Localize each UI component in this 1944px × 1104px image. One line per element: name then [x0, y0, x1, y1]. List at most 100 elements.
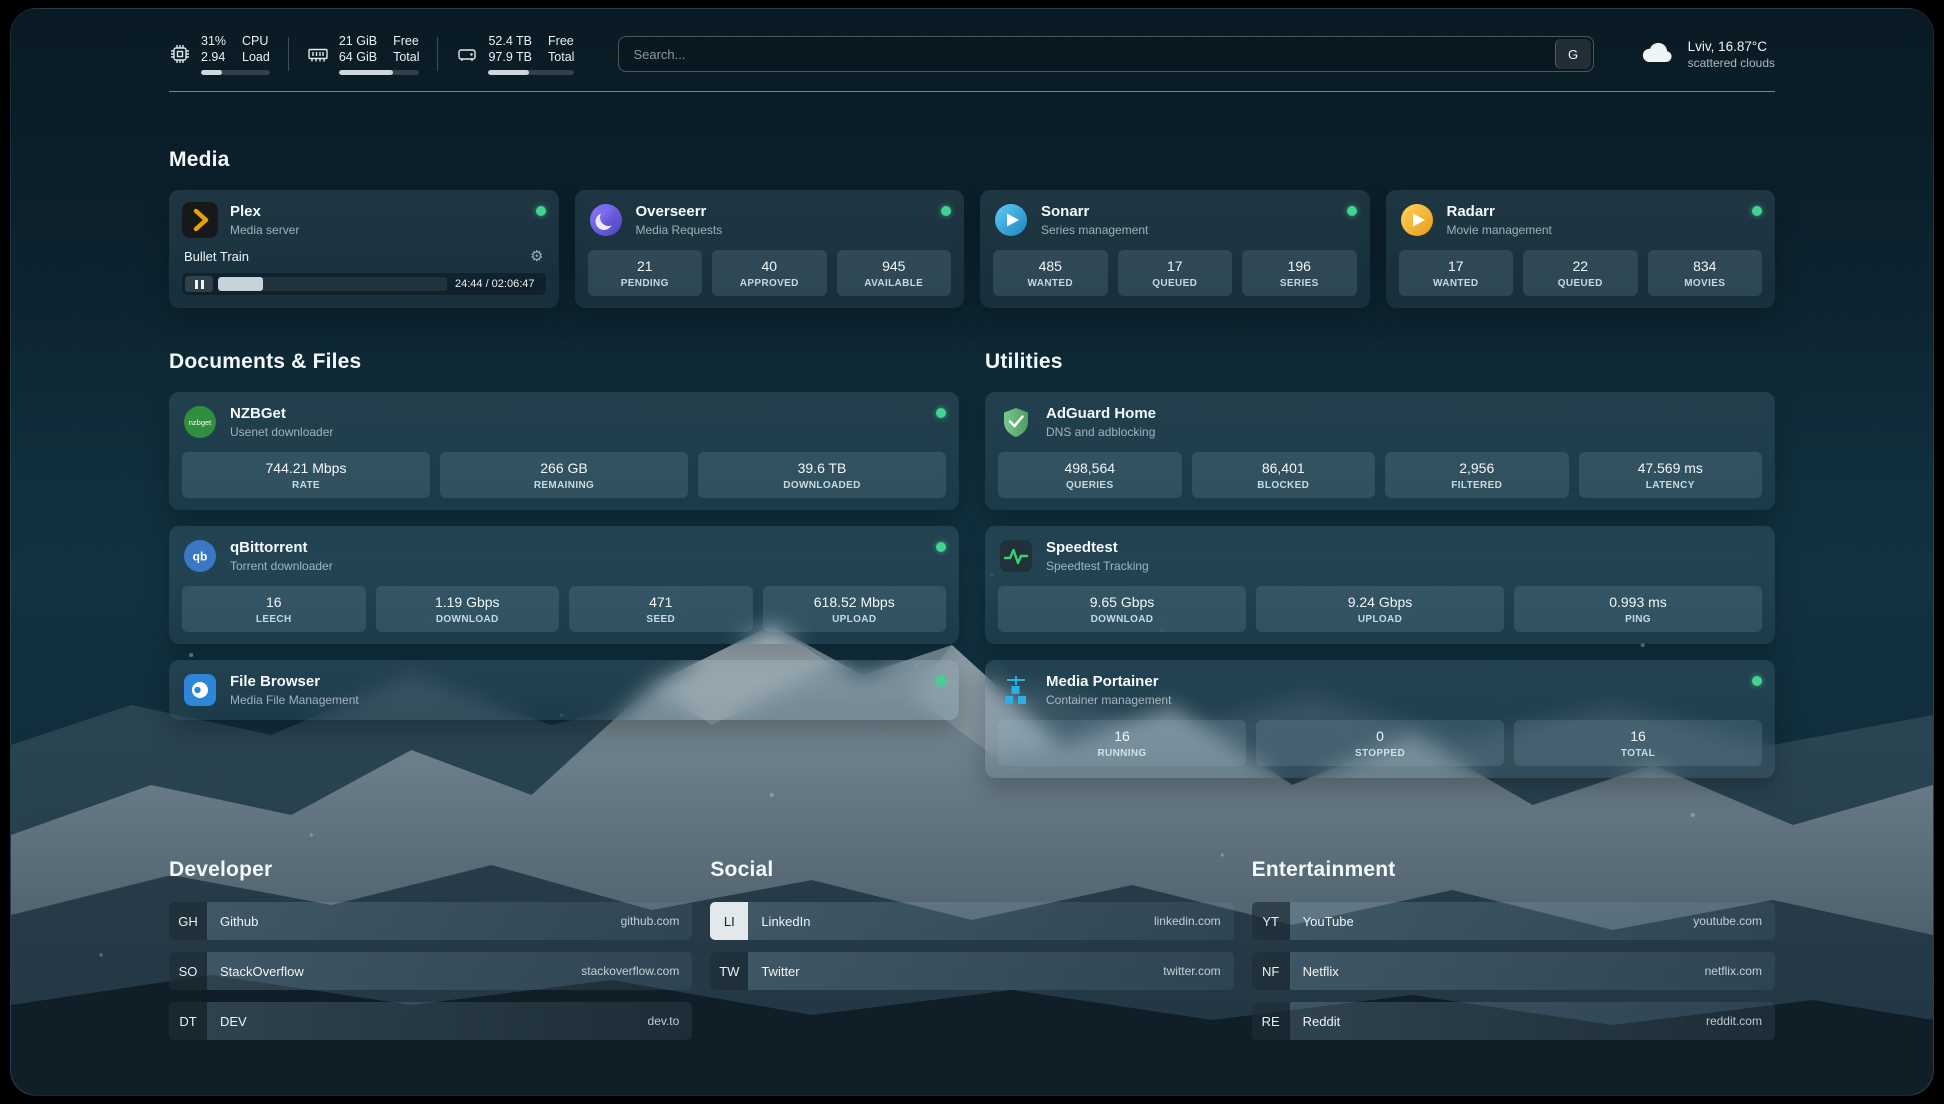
weather-widget[interactable]: Lviv, 16.87°C scattered clouds — [1638, 37, 1775, 72]
netflix-abbr-icon: NF — [1252, 952, 1290, 990]
cpu-usage-bar-fill — [201, 70, 222, 75]
app-card-speedtest[interactable]: Speedtest Speedtest Tracking 9.65 Gbps D… — [985, 526, 1775, 644]
status-online-dot — [536, 206, 546, 216]
stat-tile: 16 RUNNING — [998, 720, 1246, 766]
app-desc: Media server — [230, 223, 299, 237]
stackoverflow-abbr-icon: SO — [169, 952, 207, 990]
settings-gear-icon[interactable]: ⚙ — [530, 249, 543, 264]
reddit-abbr-icon: RE — [1252, 1002, 1290, 1040]
bookmark-name: DEV — [220, 1014, 247, 1029]
cloud-icon — [1638, 37, 1676, 72]
stat-label: TOTAL — [1518, 748, 1758, 759]
stat-tile: 47.569 ms LATENCY — [1579, 452, 1763, 498]
stat-label: AVAILABLE — [841, 278, 948, 289]
now-playing-title: Bullet Train — [184, 249, 249, 264]
stat-value: 498,564 — [1002, 460, 1178, 476]
playback-progress-fill — [218, 277, 263, 291]
speedtest-icon — [998, 538, 1034, 574]
cpu-usage-value: 31% — [201, 33, 226, 49]
stat-label: LATENCY — [1583, 480, 1759, 491]
stat-value: 22 — [1527, 258, 1634, 274]
utilities-column: Utilities — [985, 308, 1775, 794]
bookmark-name: Reddit — [1303, 1014, 1341, 1029]
section-title-documents: Documents & Files — [169, 350, 959, 374]
stat-label: SEED — [573, 614, 749, 625]
cpu-usage-bar — [201, 70, 270, 75]
stat-value: 0 — [1260, 728, 1500, 744]
app-name: NZBGet — [230, 405, 333, 422]
cpu-stat-text: 31% CPU 2.94 Load — [201, 33, 270, 65]
stat-value: 196 — [1246, 258, 1353, 274]
bookmark-youtube[interactable]: YT YouTube youtube.com — [1252, 902, 1775, 940]
app-name: AdGuard Home — [1046, 405, 1156, 422]
bookmark-stackoverflow[interactable]: SO StackOverflow stackoverflow.com — [169, 952, 692, 990]
stat-label: FILTERED — [1389, 480, 1565, 491]
stat-tile: 485 WANTED — [993, 250, 1108, 296]
disk-stat-text: 52.4 TB Free 97.9 TB Total — [488, 33, 574, 65]
app-desc: Speedtest Tracking — [1046, 559, 1149, 573]
disk-free-label: Free — [548, 33, 574, 49]
app-card-overseerr[interactable]: Overseerr Media Requests 21 PENDING 40 A… — [575, 190, 965, 308]
stat-value: 945 — [841, 258, 948, 274]
stat-value: 2,956 — [1389, 460, 1565, 476]
stat-tile: 834 MOVIES — [1648, 250, 1763, 296]
stat-label: UPLOAD — [1260, 614, 1500, 625]
search-bar: G — [618, 36, 1593, 72]
app-name: qBittorrent — [230, 539, 333, 556]
bookmark-github[interactable]: GH Github github.com — [169, 902, 692, 940]
stat-value: 16 — [186, 594, 362, 610]
linkedin-abbr-icon: LI — [710, 902, 748, 940]
stat-tile: 498,564 QUERIES — [998, 452, 1182, 498]
pause-button[interactable] — [185, 276, 213, 292]
search-input[interactable] — [618, 36, 1593, 72]
bookmark-dev[interactable]: DT DEV dev.to — [169, 1002, 692, 1040]
app-desc: Media Requests — [636, 223, 723, 237]
app-card-portainer[interactable]: Media Portainer Container management 16 … — [985, 660, 1775, 778]
memory-stat-widget: 21 GiB Free 64 GiB Total — [307, 33, 420, 75]
stat-label: UPLOAD — [767, 614, 943, 625]
documents-column: Documents & Files nzbget NZBGet Usenet d — [169, 308, 959, 736]
disk-free-value: 52.4 TB — [488, 33, 532, 49]
stat-label: RUNNING — [1002, 748, 1242, 759]
playback-time: 24:44 / 02:06:47 — [447, 278, 543, 290]
app-desc: Torrent downloader — [230, 559, 333, 573]
bookmark-reddit[interactable]: RE Reddit reddit.com — [1252, 1002, 1775, 1040]
app-card-adguard[interactable]: AdGuard Home DNS and adblocking 498,564 … — [985, 392, 1775, 510]
bookmark-netflix[interactable]: NF Netflix netflix.com — [1252, 952, 1775, 990]
app-card-sonarr[interactable]: Sonarr Series management 485 WANTED 17 Q… — [980, 190, 1370, 308]
app-card-qbittorrent[interactable]: qb qBittorrent Torrent downloader 16 LEE… — [169, 526, 959, 644]
stat-label: QUERIES — [1002, 480, 1178, 491]
stat-value: 16 — [1002, 728, 1242, 744]
sonarr-icon — [993, 202, 1029, 238]
media-card-grid: Plex Media server Bullet Train ⚙ 24:44 /… — [169, 190, 1775, 308]
app-card-nzbget[interactable]: nzbget NZBGet Usenet downloader 744.21 M… — [169, 392, 959, 510]
stat-value: 834 — [1652, 258, 1759, 274]
memory-total-value: 64 GiB — [339, 49, 377, 65]
stat-value: 86,401 — [1196, 460, 1372, 476]
memory-stat-text: 21 GiB Free 64 GiB Total — [339, 33, 420, 65]
stat-value: 9.65 Gbps — [1002, 594, 1242, 610]
playback-progress-bar[interactable] — [218, 277, 447, 291]
stat-label: STOPPED — [1260, 748, 1500, 759]
section-title-entertainment: Entertainment — [1252, 858, 1775, 882]
bookmark-linkedin[interactable]: LI LinkedIn linkedin.com — [710, 902, 1233, 940]
weather-location: Lviv, 16.87°C — [1688, 39, 1775, 54]
stat-tile: 618.52 Mbps UPLOAD — [763, 586, 947, 632]
bookmark-host: twitter.com — [1163, 964, 1220, 978]
stat-tile: 22 QUEUED — [1523, 250, 1638, 296]
memory-icon — [307, 43, 329, 65]
stat-label: QUEUED — [1122, 278, 1229, 289]
bookmark-name: StackOverflow — [220, 964, 304, 979]
stat-tile: 21 PENDING — [588, 250, 703, 296]
app-card-filebrowser[interactable]: File Browser Media File Management — [169, 660, 959, 720]
search-engine-button[interactable]: G — [1555, 39, 1591, 69]
bookmark-twitter[interactable]: TW Twitter twitter.com — [710, 952, 1233, 990]
bookmark-name: YouTube — [1303, 914, 1354, 929]
app-card-radarr[interactable]: Radarr Movie management 17 WANTED 22 QUE… — [1386, 190, 1776, 308]
memory-total-label: Total — [393, 49, 419, 65]
app-card-plex[interactable]: Plex Media server Bullet Train ⚙ 24:44 /… — [169, 190, 559, 308]
stat-value: 39.6 TB — [702, 460, 942, 476]
stat-label: QUEUED — [1527, 278, 1634, 289]
stat-tile: 0.993 ms PING — [1514, 586, 1762, 632]
topbar-divider — [437, 37, 438, 71]
